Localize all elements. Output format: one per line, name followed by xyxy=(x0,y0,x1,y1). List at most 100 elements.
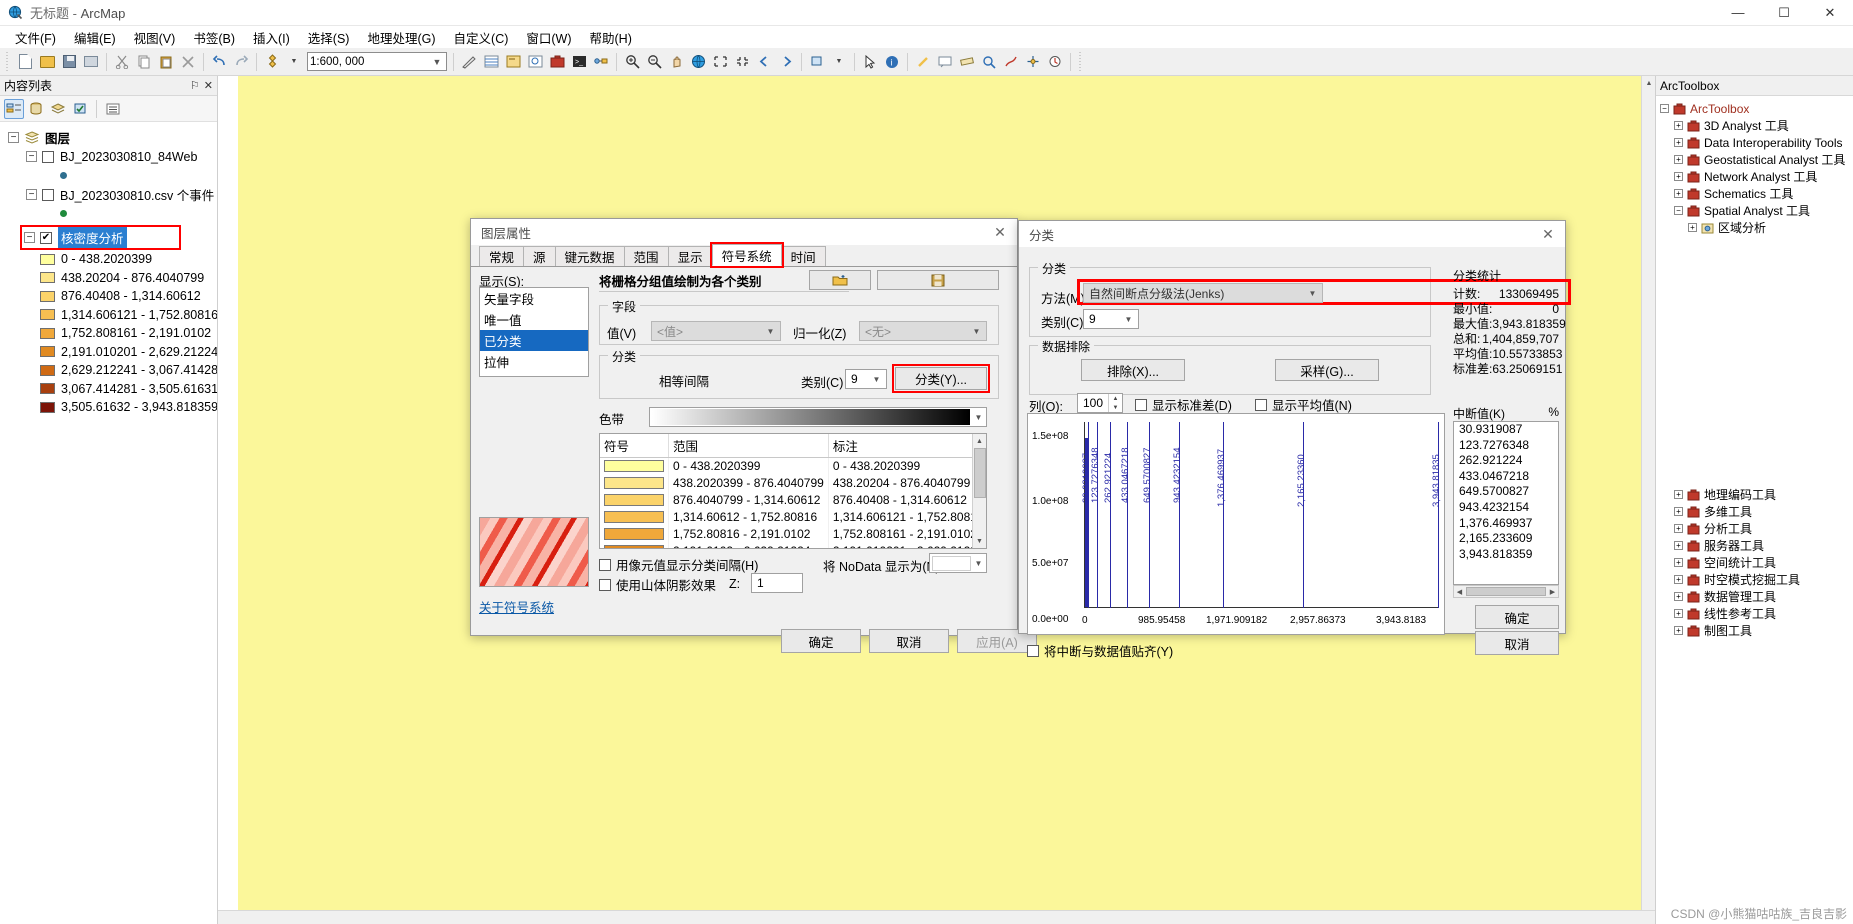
expander-icon[interactable]: + xyxy=(1674,172,1683,181)
cell-range[interactable]: 1,752.80816 - 2,191.0102 xyxy=(668,525,829,543)
scroll-left-arrow-icon[interactable]: ◀ xyxy=(1454,586,1465,597)
normalize-combo[interactable]: <无> ▼ xyxy=(859,321,987,341)
nodata-color-combo[interactable]: ▼ xyxy=(929,553,987,573)
scroll-up-arrow-icon[interactable]: ▲ xyxy=(973,434,987,448)
list-by-visibility-icon[interactable] xyxy=(48,99,68,119)
expander-icon[interactable]: + xyxy=(1674,490,1683,499)
map-horizontal-scrollbar[interactable] xyxy=(218,910,1655,924)
break-value-row[interactable]: 123.7276348 xyxy=(1454,438,1558,454)
break-value-row[interactable]: 649.5700827 xyxy=(1454,484,1558,500)
cell-label[interactable]: 0 - 438.2020399 xyxy=(828,457,972,475)
selected-layer-label[interactable]: 核密度分析 xyxy=(58,227,127,248)
pan-icon[interactable] xyxy=(665,51,687,73)
go-back-extent-icon[interactable] xyxy=(753,51,775,73)
expander-icon[interactable]: + xyxy=(1674,575,1683,584)
show-mean-checkbox[interactable]: 显示平均值(N) xyxy=(1255,395,1352,414)
tab-key-metadata[interactable]: 键元数据 xyxy=(554,246,625,266)
find-route-icon[interactable] xyxy=(1000,51,1022,73)
toolbox-analysis[interactable]: + 分析工具 xyxy=(1660,520,1853,537)
measure-icon[interactable] xyxy=(956,51,978,73)
copy-icon[interactable] xyxy=(133,51,155,73)
html-popup-icon[interactable] xyxy=(934,51,956,73)
layer-visibility-checkbox[interactable] xyxy=(42,150,54,163)
list-by-source-icon[interactable] xyxy=(26,99,46,119)
scroll-down-arrow-icon[interactable]: ▼ xyxy=(973,534,987,548)
toolbox-spatial-analyst[interactable]: − Spatial Analyst 工具 xyxy=(1660,202,1853,219)
cell-label[interactable]: 2,191.010201 - 2,629.21224 xyxy=(828,542,972,548)
cell-symbol[interactable] xyxy=(600,491,669,509)
th-label[interactable]: 标注 xyxy=(828,434,972,458)
columns-spinner[interactable]: 100 ▲ ▼ xyxy=(1077,393,1123,413)
toolbox-schematics[interactable]: + Schematics 工具 xyxy=(1660,185,1853,202)
scrollbar-thumb[interactable] xyxy=(973,448,986,498)
expander-icon[interactable]: + xyxy=(1688,223,1697,232)
select-elements-icon[interactable] xyxy=(859,51,881,73)
add-data-icon[interactable] xyxy=(261,51,283,73)
cancel-button[interactable]: 取消 xyxy=(869,629,949,653)
toolbox-spatial-statistics[interactable]: + 空间统计工具 xyxy=(1660,554,1853,571)
python-window-icon[interactable]: >_ xyxy=(568,51,590,73)
expander-icon[interactable]: + xyxy=(1674,524,1683,533)
cell-range[interactable]: 0 - 438.2020399 xyxy=(668,457,829,475)
toolbox-geocoding[interactable]: + 地理编码工具 xyxy=(1660,486,1853,503)
classification-histogram[interactable]: 1.5e+08 1.0e+08 5.0e+07 0.0e+00 30.93190… xyxy=(1027,413,1445,635)
fixed-zoom-out-icon[interactable] xyxy=(731,51,753,73)
layer-visibility-checkbox[interactable] xyxy=(40,231,52,244)
close-icon[interactable]: ✕ xyxy=(1533,222,1563,246)
checkbox-box[interactable] xyxy=(599,578,611,591)
break-value-row[interactable]: 262.921224 xyxy=(1454,453,1558,469)
toolbox-3d-analyst[interactable]: + 3D Analyst 工具 xyxy=(1660,117,1853,134)
show-class-breaks-checkbox[interactable]: 用像元值显示分类间隔(H) xyxy=(599,555,758,574)
open-document-icon[interactable] xyxy=(36,51,58,73)
close-icon[interactable]: ✕ xyxy=(985,220,1015,244)
classes-count-combo[interactable]: 9 ▼ xyxy=(1083,309,1139,329)
modelbuilder-icon[interactable] xyxy=(590,51,612,73)
break-values-percent[interactable]: % xyxy=(1548,405,1559,422)
break-values-list[interactable]: 30.9319087 123.7276348 262.921224 433.04… xyxy=(1453,421,1559,585)
expander-icon[interactable]: − xyxy=(24,232,35,243)
expander-icon[interactable]: − xyxy=(8,132,19,143)
table-row[interactable]: 876.4040799 - 1,314.60612 876.40408 - 1,3… xyxy=(600,491,972,509)
toolbar-grip-2[interactable] xyxy=(1078,51,1084,72)
toc-layer-bj-csv-events[interactable]: − BJ_2023030810.csv 个事件 xyxy=(6,185,217,204)
cell-range[interactable]: 438.2020399 - 876.4040799 xyxy=(668,474,829,492)
menu-customize[interactable]: 自定义(C) xyxy=(445,26,518,49)
delete-icon[interactable] xyxy=(177,51,199,73)
options-icon[interactable] xyxy=(103,99,123,119)
search-window-icon[interactable] xyxy=(524,51,546,73)
symbology-table-scrollbar[interactable]: ▲ ▼ xyxy=(972,434,986,548)
paste-icon[interactable] xyxy=(155,51,177,73)
save-document-icon[interactable] xyxy=(58,51,80,73)
layer-visibility-checkbox[interactable] xyxy=(42,188,54,201)
tab-display[interactable]: 显示 xyxy=(667,246,713,266)
snap-breaks-checkbox[interactable]: 将中断与数据值贴齐(Y) xyxy=(1027,641,1173,660)
arctoolbox-root[interactable]: − ArcToolbox xyxy=(1660,100,1853,117)
exclusion-button[interactable]: 排除(X)... xyxy=(1081,359,1185,381)
catalog-window-icon[interactable] xyxy=(502,51,524,73)
cell-range[interactable]: 876.4040799 - 1,314.60612 xyxy=(668,491,829,509)
chevron-down-icon[interactable]: ▼ xyxy=(763,327,778,336)
cell-label[interactable]: 1,752.808161 - 2,191.0102 xyxy=(828,525,972,543)
map-vertical-scrollbar[interactable]: ▲ xyxy=(1641,76,1655,924)
spinner-down-icon[interactable]: ▼ xyxy=(1109,403,1122,412)
go-forward-extent-icon[interactable] xyxy=(775,51,797,73)
cell-symbol[interactable] xyxy=(600,542,669,548)
expander-icon[interactable]: + xyxy=(1674,121,1683,130)
about-symbology-link[interactable]: 关于符号系统 xyxy=(479,597,554,616)
zoom-in-icon[interactable] xyxy=(621,51,643,73)
toolbox-data-interoperability[interactable]: + Data Interoperability Tools xyxy=(1660,134,1853,151)
menu-insert[interactable]: 插入(I) xyxy=(244,26,299,49)
cell-range[interactable]: 2,191.0102 - 2,629.21224 xyxy=(668,542,829,548)
expander-icon[interactable]: + xyxy=(1674,541,1683,550)
menu-edit[interactable]: 编辑(E) xyxy=(65,26,125,49)
classes-combo[interactable]: 9 ▼ xyxy=(845,369,887,389)
zoom-out-icon[interactable] xyxy=(643,51,665,73)
list-by-drawing-order-icon[interactable] xyxy=(4,98,24,119)
print-icon[interactable] xyxy=(80,51,102,73)
ok-button[interactable]: 确定 xyxy=(1475,605,1559,629)
cell-symbol[interactable] xyxy=(600,474,669,492)
expander-icon[interactable]: + xyxy=(1674,626,1683,635)
minimize-button[interactable]: — xyxy=(1715,0,1761,26)
table-row[interactable]: 0 - 438.2020399 0 - 438.2020399 xyxy=(600,457,972,475)
chevron-down-icon[interactable]: ▼ xyxy=(969,327,984,336)
